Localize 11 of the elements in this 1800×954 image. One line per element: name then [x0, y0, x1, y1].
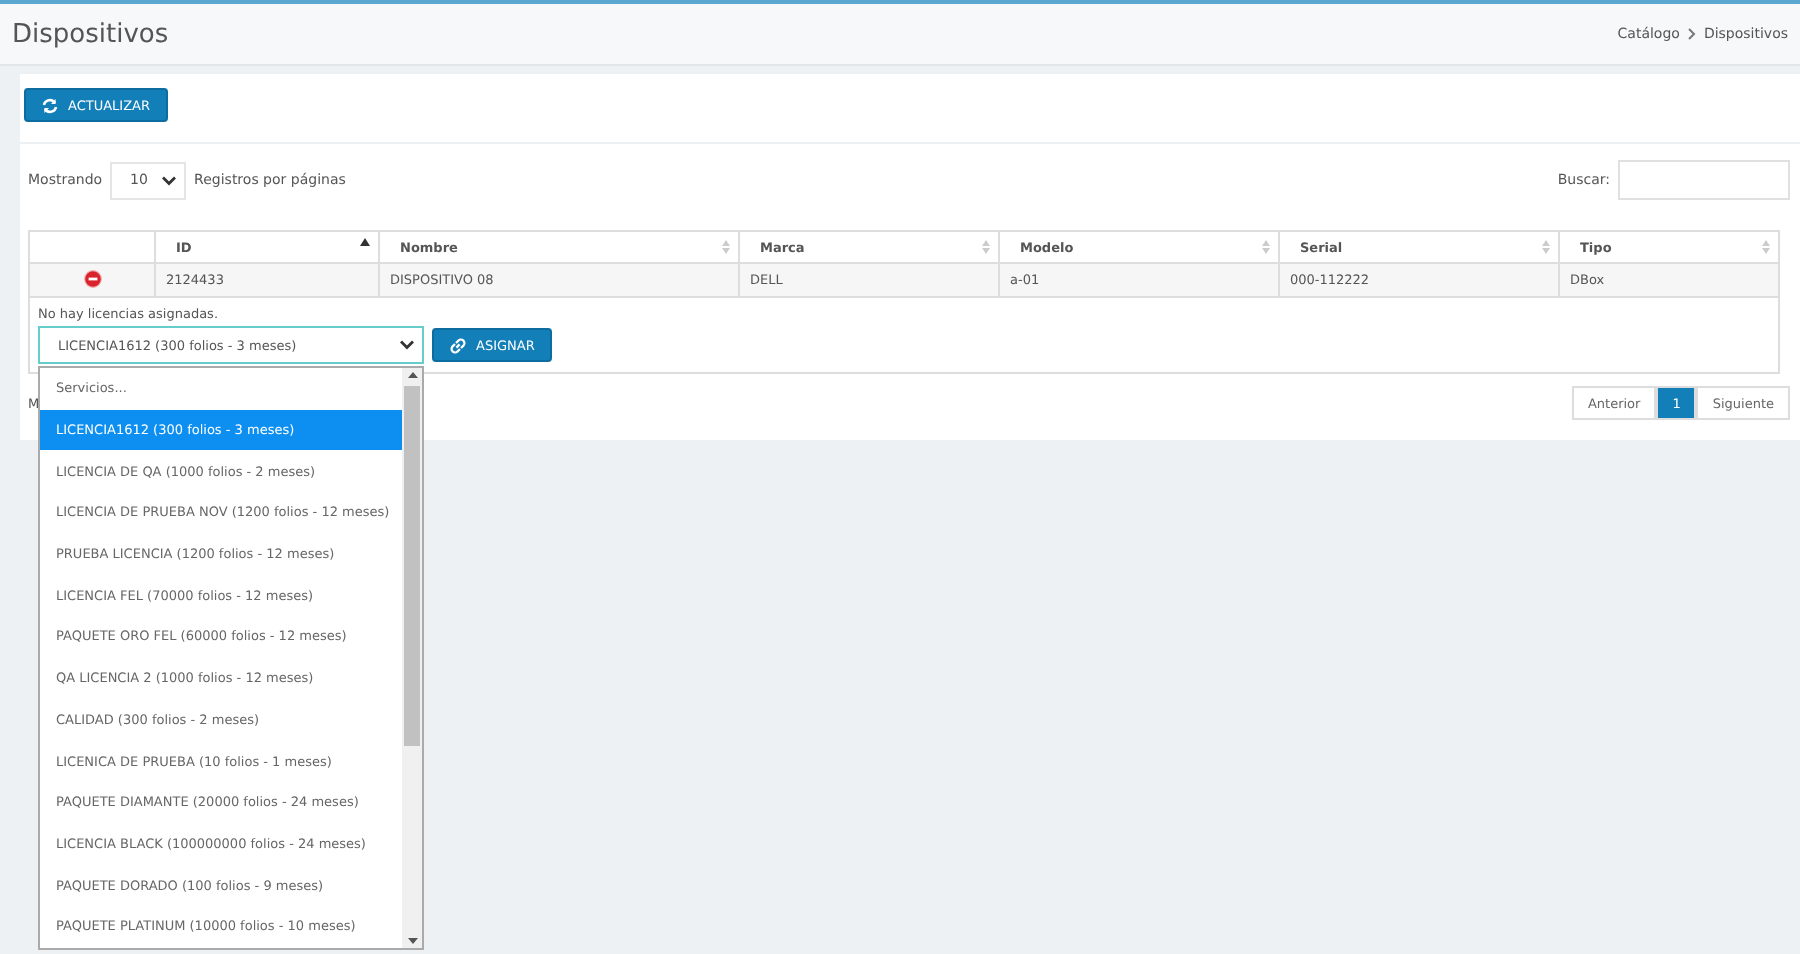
- refresh-icon: [42, 97, 58, 113]
- scrollbar[interactable]: [402, 368, 422, 948]
- chevron-right-icon: [1687, 28, 1696, 40]
- page-title: Dispositivos: [12, 19, 169, 49]
- collapse-icon[interactable]: [83, 269, 101, 287]
- link-icon: [450, 337, 466, 353]
- scroll-down-icon[interactable]: [407, 938, 417, 944]
- chevron-icon: [400, 340, 414, 350]
- search-field[interactable]: [1618, 160, 1790, 200]
- chevron-icon: [162, 175, 177, 185]
- scroll-up-icon[interactable]: [407, 372, 417, 378]
